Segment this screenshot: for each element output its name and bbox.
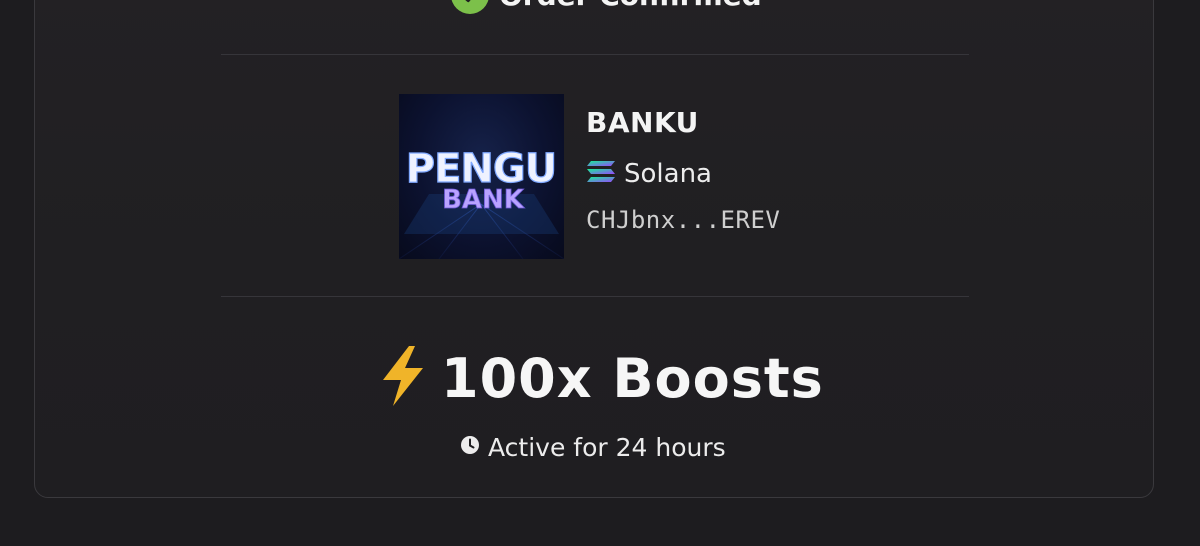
token-image-subtitle: BANK — [442, 185, 525, 215]
check-circle-icon — [451, 0, 489, 14]
token-address[interactable]: CHJbnx...EREV — [586, 206, 780, 234]
chain-row: Solana — [586, 158, 780, 190]
chain-label: Solana — [624, 159, 712, 189]
solana-icon — [586, 160, 616, 188]
divider — [221, 54, 969, 55]
lightning-bolt-icon — [375, 344, 431, 412]
token-info: BANKU Solana CHJbnx...EREV — [586, 106, 780, 234]
token-image: PENGU BANK — [399, 94, 564, 259]
token-name: BANKU — [586, 106, 699, 139]
duration-label: Active for 24 hours — [488, 432, 726, 462]
clock-icon — [460, 435, 480, 459]
boost-row: 100x Boosts — [375, 345, 824, 411]
order-confirmation-card: Order Confirmed — [34, 0, 1154, 498]
order-status-label: Order Confirmed — [499, 0, 762, 12]
duration-row: Active for 24 hours — [460, 431, 726, 463]
boost-label: 100x Boosts — [441, 346, 824, 410]
order-status: Order Confirmed — [451, 0, 762, 15]
divider — [221, 296, 969, 297]
